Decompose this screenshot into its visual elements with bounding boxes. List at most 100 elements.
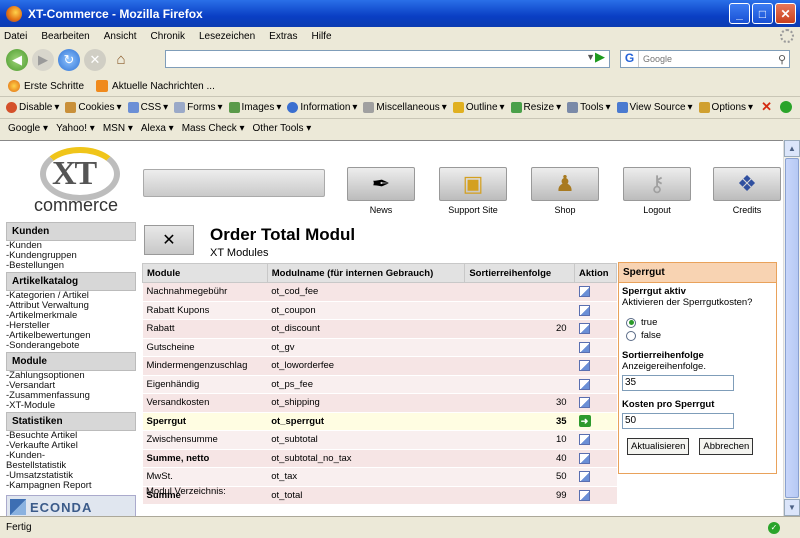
table-row[interactable]: Gutscheine ot_gv [142, 338, 617, 357]
tools-icon [567, 101, 579, 113]
window-titlebar: XT-Commerce - Mozilla Firefox _ □ ✕ [0, 0, 800, 27]
sidebar-item-bestellungen[interactable]: -Bestellungen [6, 261, 136, 271]
dev-tools[interactable]: Tools ▾ [567, 101, 611, 113]
cancel-button[interactable]: Abbrechen [699, 438, 754, 455]
table-row[interactable]: MwSt. ot_tax 50 [142, 467, 617, 487]
dev-css[interactable]: CSS ▾ [127, 101, 168, 113]
dev-resize[interactable]: Resize ▾ [510, 101, 561, 113]
information-icon [287, 101, 299, 113]
radio-true[interactable]: true [626, 316, 773, 329]
table-row[interactable]: Versandkosten ot_shipping 30 [142, 393, 617, 413]
radio-checked-icon[interactable] [626, 317, 636, 328]
search-input[interactable] [643, 54, 763, 64]
validation-ok-icon[interactable] [780, 101, 792, 113]
minimize-button[interactable]: _ [729, 3, 750, 24]
firefox-icon [8, 80, 20, 92]
images-icon [228, 101, 240, 113]
menu-hilfe[interactable]: Hilfe [312, 31, 332, 42]
table-row-selected[interactable]: Sperrgut ot_sperrgut 35 ➜ [142, 412, 617, 431]
gbar-yahoo[interactable]: Yahoo! ▾ [56, 123, 95, 134]
modul-verzeichnis-label: Modul Verzeichnis: [146, 486, 226, 497]
nav-credits[interactable]: ❖ Credits [712, 167, 782, 215]
gbar-alexa[interactable]: Alexa ▾ [141, 123, 174, 134]
gbar-msn[interactable]: MSN ▾ [103, 123, 133, 134]
home-icon[interactable]: ⌂ [110, 49, 132, 71]
nav-logout[interactable]: ⚷ Logout [622, 167, 692, 215]
sort-order-input[interactable]: 35 [622, 375, 734, 391]
gbar-mass-check[interactable]: Mass Check ▾ [182, 123, 245, 134]
update-button[interactable]: Aktualisieren [627, 438, 690, 455]
search-engine-icon[interactable]: G [621, 51, 639, 67]
menu-bearbeiten[interactable]: Bearbeiten [41, 31, 89, 42]
status-ok-icon: ✓ [768, 521, 780, 534]
go-icon[interactable]: ▶ [595, 49, 605, 65]
url-dropdown-icon[interactable]: ▼ [586, 52, 595, 62]
scroll-down-icon[interactable]: ▼ [784, 499, 800, 516]
misc-icon [363, 101, 375, 113]
window-title: XT-Commerce - Mozilla Firefox [28, 6, 203, 21]
cost-input[interactable]: 50 [622, 413, 734, 429]
sidebar-item-xt-module[interactable]: -XT-Module [6, 401, 136, 411]
dev-options[interactable]: Options ▾ [698, 101, 753, 113]
maximize-button[interactable]: □ [752, 3, 773, 24]
edit-icon[interactable] [578, 452, 590, 464]
menu-extras[interactable]: Extras [269, 31, 297, 42]
edit-icon[interactable] [578, 360, 590, 372]
nav-news[interactable]: ✒ News [346, 167, 416, 215]
gbar-other-tools[interactable]: Other Tools ▾ [253, 123, 312, 134]
edit-icon[interactable] [578, 323, 590, 335]
radio-false[interactable]: false [626, 329, 773, 342]
table-row[interactable]: Nachnahmegebühr ot_cod_fee [142, 282, 617, 302]
table-row[interactable]: Mindermengenzuschlag ot_loworderfee [142, 356, 617, 376]
url-input[interactable]: ▼ [165, 50, 610, 68]
close-button[interactable]: ✕ [775, 3, 796, 24]
nav-shop[interactable]: ♟ Shop [530, 167, 600, 215]
menu-ansicht[interactable]: Ansicht [104, 31, 137, 42]
edit-icon[interactable] [578, 378, 590, 390]
menu-datei[interactable]: Datei [4, 31, 27, 42]
sidebar-item-kampagnen-report[interactable]: -Kampagnen Report [6, 481, 136, 491]
nav-support-site[interactable]: ▣ Support Site [438, 167, 508, 215]
edit-icon[interactable] [578, 341, 590, 353]
edit-icon[interactable] [578, 434, 590, 446]
bookmark-erste-schritte[interactable]: Erste Schritte [8, 80, 84, 92]
throbber-icon [780, 29, 794, 43]
dev-forms[interactable]: Forms ▾ [174, 101, 223, 113]
dev-disable[interactable]: Disable ▾ [6, 101, 59, 113]
dev-misc[interactable]: Miscellaneous ▾ [363, 101, 447, 113]
table-row[interactable]: Zwischensumme ot_subtotal 10 [142, 430, 617, 450]
sidebar-heading-module: Module [6, 352, 136, 371]
econda-logo[interactable]: ECONDA [6, 495, 136, 516]
dev-view-source[interactable]: View Source ▾ [616, 101, 693, 113]
stop-icon[interactable]: ✕ [84, 48, 106, 71]
search-icon[interactable]: ⚲ [778, 53, 786, 66]
menu-lesezeichen[interactable]: Lesezeichen [199, 31, 255, 42]
table-row[interactable]: Rabatt ot_discount 20 [142, 319, 617, 339]
edit-icon[interactable] [578, 397, 590, 409]
xt-commerce-logo[interactable]: XT commerce [30, 141, 140, 216]
dev-information[interactable]: Information ▾ [287, 101, 357, 113]
dev-images[interactable]: Images ▾ [228, 101, 281, 113]
back-icon[interactable]: ◀ [6, 48, 28, 71]
radio-unchecked-icon[interactable] [626, 330, 636, 341]
forward-icon[interactable]: ▶ [32, 48, 54, 71]
menu-chronik[interactable]: Chronik [151, 31, 185, 42]
scroll-up-icon[interactable]: ▲ [784, 140, 800, 157]
vertical-scrollbar[interactable]: ▲ ▼ [783, 140, 800, 516]
dev-cookies[interactable]: Cookies ▾ [65, 101, 122, 113]
edit-icon[interactable] [578, 286, 590, 298]
edit-icon[interactable] [578, 489, 590, 501]
scroll-thumb[interactable] [785, 158, 799, 498]
table-row[interactable]: Eigenhändig ot_ps_fee [142, 375, 617, 394]
search-box[interactable]: G ⚲ [620, 50, 790, 68]
close-toolbar-icon[interactable]: ✕ [761, 99, 772, 115]
gbar-google[interactable]: Google ▾ [8, 123, 48, 134]
edit-icon[interactable] [578, 471, 590, 483]
table-row[interactable]: Summe, netto ot_subtotal_no_tax 40 [142, 449, 617, 468]
sidebar-item-sonderangebote[interactable]: -Sonderangebote [6, 341, 136, 351]
bookmark-nachrichten[interactable]: Aktuelle Nachrichten ... [96, 80, 215, 92]
reload-icon[interactable]: ↻ [58, 48, 80, 71]
table-row[interactable]: Rabatt Kupons ot_coupon [142, 301, 617, 320]
edit-icon[interactable] [578, 304, 590, 316]
dev-outline[interactable]: Outline ▾ [452, 101, 505, 113]
